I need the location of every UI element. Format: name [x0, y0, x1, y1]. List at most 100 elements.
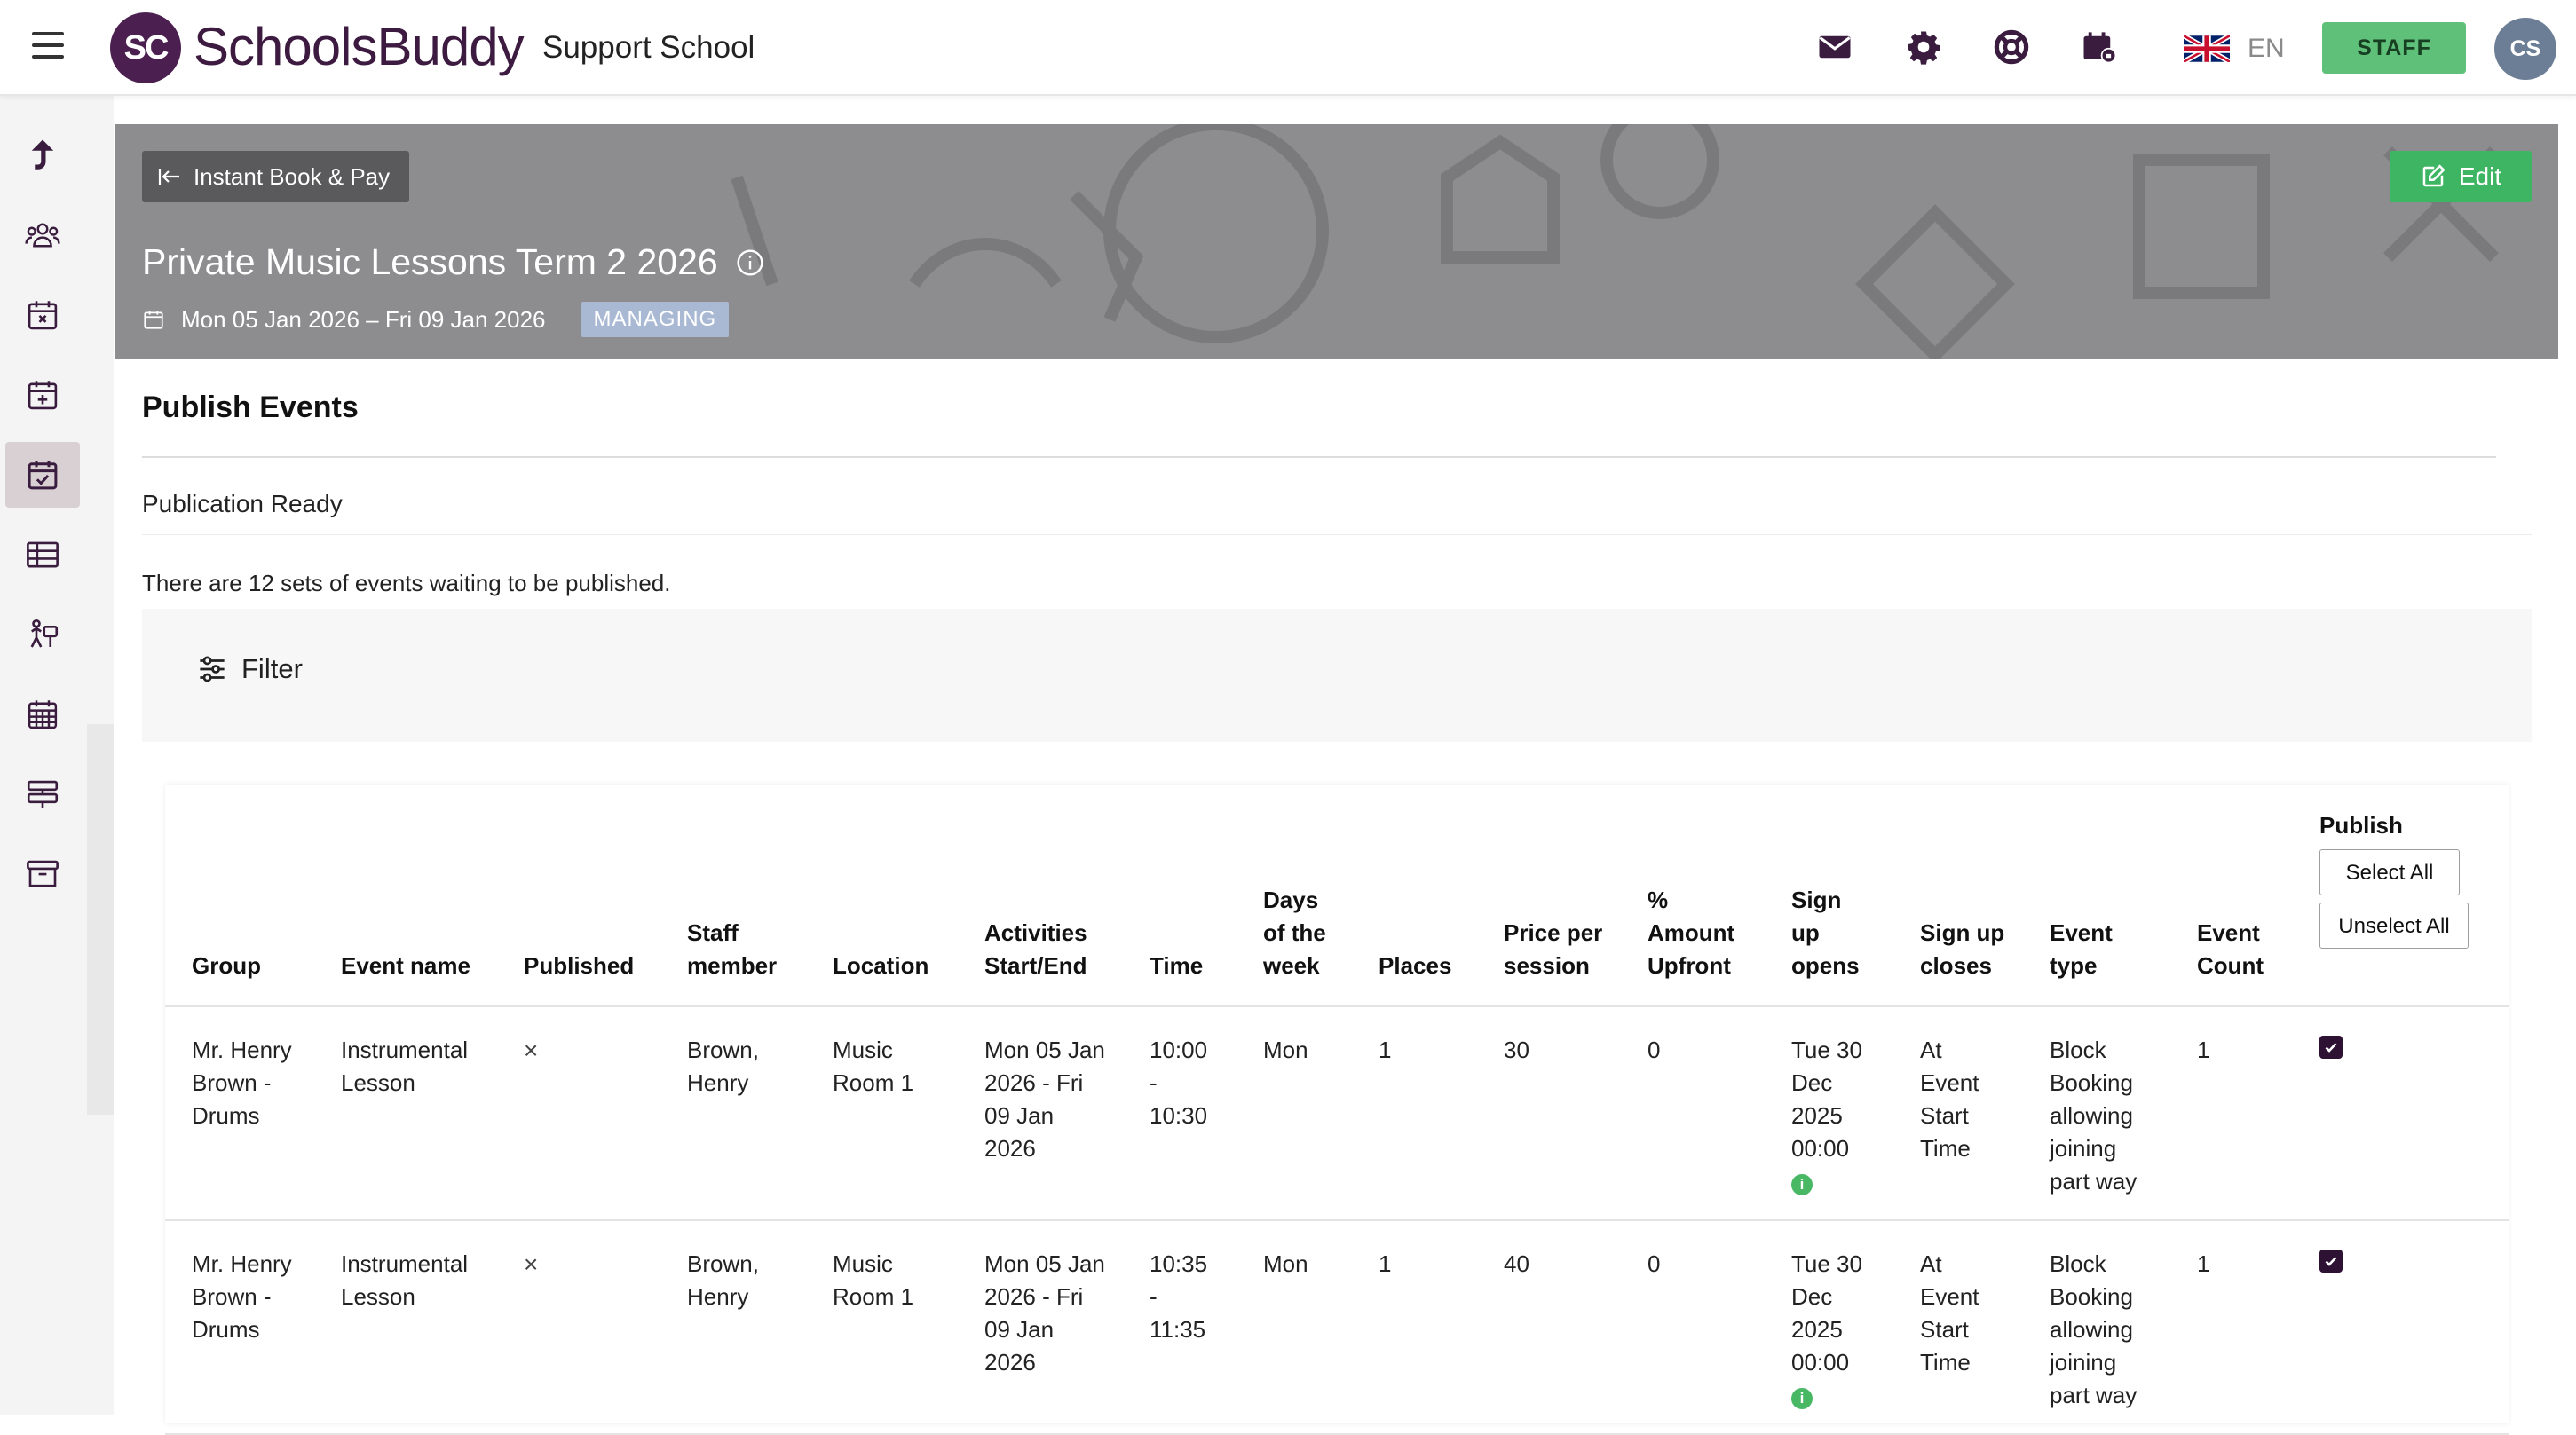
cell-location: Music Room 1: [806, 1220, 958, 1435]
cell-time: 10:00 - 10:30: [1123, 1006, 1237, 1221]
col-header-location[interactable]: Location: [806, 785, 958, 1007]
edit-icon: [2422, 164, 2446, 187]
col-header-amount-upfront[interactable]: % Amount Upfront: [1621, 785, 1765, 1007]
cell-staff-member: Brown, Henry: [660, 1220, 806, 1435]
divider: [142, 534, 2532, 535]
checkmark-icon: [2325, 1043, 2337, 1053]
col-header-time[interactable]: Time: [1123, 785, 1237, 1007]
calendar-check-icon: [28, 461, 58, 490]
col-header-activities[interactable]: Activities Start/End: [958, 785, 1123, 1007]
edit-button-label: Edit: [2458, 162, 2502, 190]
col-header-places[interactable]: Places: [1352, 785, 1477, 1007]
logo-badge[interactable]: SC: [110, 12, 181, 83]
sidebar-item-publish-events[interactable]: [5, 442, 80, 508]
publish-header-label: Publish: [2319, 812, 2403, 839]
filter-panel: Filter: [142, 609, 2532, 742]
logo-initials: SC: [123, 28, 170, 67]
signup-opens-text: Tue 30 Dec 2025 00:00: [1791, 1037, 1862, 1162]
uk-flag-icon: [2184, 35, 2230, 62]
cell-activities: Mon 05 Jan 2026 - Fri 09 Jan 2026: [958, 1220, 1123, 1435]
col-header-signup-opens[interactable]: Sign up opens: [1765, 785, 1893, 1007]
staff-button[interactable]: STAFF: [2322, 22, 2466, 74]
not-published-x-icon: ×: [524, 1037, 539, 1064]
waiting-events-text: There are 12 sets of events waiting to b…: [142, 570, 671, 596]
archive-icon: [27, 860, 59, 887]
mail-icon[interactable]: [1816, 28, 1853, 66]
activity-title: Private Music Lessons Term 2 2026: [142, 241, 718, 282]
sidebar-item-activities[interactable]: [5, 602, 80, 667]
language-code: EN: [2248, 34, 2285, 63]
publish-checkbox[interactable]: [2319, 1250, 2343, 1273]
sidebar-scrollbar-thumb[interactable]: [87, 724, 114, 1115]
checkmark-icon: [2325, 1257, 2337, 1266]
cell-published: ×: [497, 1006, 660, 1221]
top-bar: SC SchoolsBuddy Support School EN STAFF …: [0, 0, 2576, 96]
gear-icon[interactable]: [1905, 28, 1942, 66]
avatar[interactable]: CS: [2494, 18, 2556, 80]
hamburger-menu-icon[interactable]: [32, 32, 64, 60]
cell-time: 10:35 - 11:35: [1123, 1220, 1237, 1435]
info-icon[interactable]: i: [1791, 1388, 1813, 1409]
table-row: Mr. Henry Brown - Drums Instrumental Les…: [165, 1006, 2509, 1221]
sidebar-item-exit[interactable]: [5, 122, 80, 188]
col-header-event-count[interactable]: Event Count: [2170, 785, 2293, 1007]
publish-checkbox[interactable]: [2319, 1036, 2343, 1059]
cell-event-name: Instrumental Lesson: [314, 1006, 497, 1221]
cell-signup-opens: Tue 30 Dec 2025 00:00 i: [1765, 1220, 1893, 1435]
cell-amount-upfront: 0: [1621, 1006, 1765, 1221]
sidebar-scrollbar[interactable]: [87, 94, 114, 1415]
col-header-published[interactable]: Published: [497, 785, 660, 1007]
cell-amount-upfront: 0: [1621, 1220, 1765, 1435]
cell-places: 1: [1352, 1220, 1477, 1435]
back-arrow-icon: [158, 169, 179, 185]
calendar-icon: [144, 311, 163, 329]
main-content: Publish Events Publication Ready There a…: [115, 359, 2558, 1435]
back-instant-book-button[interactable]: Instant Book & Pay: [142, 151, 410, 202]
col-header-price[interactable]: Price per session: [1477, 785, 1621, 1007]
info-icon[interactable]: [736, 248, 764, 277]
col-header-event-name[interactable]: Event name: [314, 785, 497, 1007]
lifebuoy-icon[interactable]: [1993, 28, 2030, 66]
activity-header-banner: Instant Book & Pay Edit Private Music Le…: [115, 124, 2558, 359]
cell-event-count: 1: [2170, 1006, 2293, 1221]
sidebar-item-archive[interactable]: [5, 841, 80, 907]
sidebar-item-timetable[interactable]: [5, 682, 80, 747]
cell-group: Mr. Henry Brown - Drums: [165, 1220, 314, 1435]
cell-event-count: 1: [2170, 1220, 2293, 1435]
select-all-button[interactable]: Select All: [2319, 849, 2460, 895]
sidebar-item-table[interactable]: [5, 522, 80, 587]
sidebar-item-calendar-add[interactable]: [5, 362, 80, 428]
activity-dates: Mon 05 Jan 2026 – Fri 09 Jan 2026 MANAGI…: [142, 302, 730, 337]
status-badge: MANAGING: [581, 302, 730, 337]
cell-activities: Mon 05 Jan 2026 - Fri 09 Jan 2026: [958, 1006, 1123, 1221]
sidebar-item-calendar-cancel[interactable]: [5, 282, 80, 348]
filter-button[interactable]: Filter: [197, 653, 303, 685]
edit-button[interactable]: Edit: [2390, 151, 2532, 202]
language-selector[interactable]: EN: [2184, 34, 2285, 64]
filter-label: Filter: [241, 653, 303, 684]
page-title: Private Music Lessons Term 2 2026: [142, 241, 764, 283]
col-header-signup-closes[interactable]: Sign up closes: [1893, 785, 2023, 1007]
sidebar: [0, 94, 87, 1415]
exit-arrow-icon: [31, 139, 54, 170]
cell-event-type: Block Booking allowing joining part way: [2023, 1220, 2170, 1435]
sidebar-item-signpost[interactable]: [5, 761, 80, 827]
cell-publish: [2293, 1006, 2509, 1221]
cell-price: 30: [1477, 1006, 1621, 1221]
col-header-event-type[interactable]: Event type: [2023, 785, 2170, 1007]
col-header-group[interactable]: Group: [165, 785, 314, 1007]
unselect-all-button[interactable]: Unselect All: [2319, 903, 2469, 949]
col-header-staff-member[interactable]: Staff member: [660, 785, 806, 1007]
col-header-days[interactable]: Days of the week: [1237, 785, 1352, 1007]
sidebar-item-people[interactable]: [5, 202, 80, 268]
cell-signup-closes: At Event Start Time: [1893, 1220, 2023, 1435]
logo-text[interactable]: SchoolsBuddy: [194, 16, 525, 77]
date-range: Mon 05 Jan 2026 – Fri 09 Jan 2026: [181, 305, 546, 333]
info-icon[interactable]: i: [1791, 1174, 1813, 1195]
people-icon: [25, 223, 60, 248]
signpost-icon: [27, 780, 59, 808]
section-title: Publish Events: [142, 390, 359, 424]
calendar-lock-icon[interactable]: [2081, 28, 2118, 66]
not-published-x-icon: ×: [524, 1250, 539, 1278]
table-header-row: Group Event name Published Staff member …: [165, 785, 2509, 1007]
